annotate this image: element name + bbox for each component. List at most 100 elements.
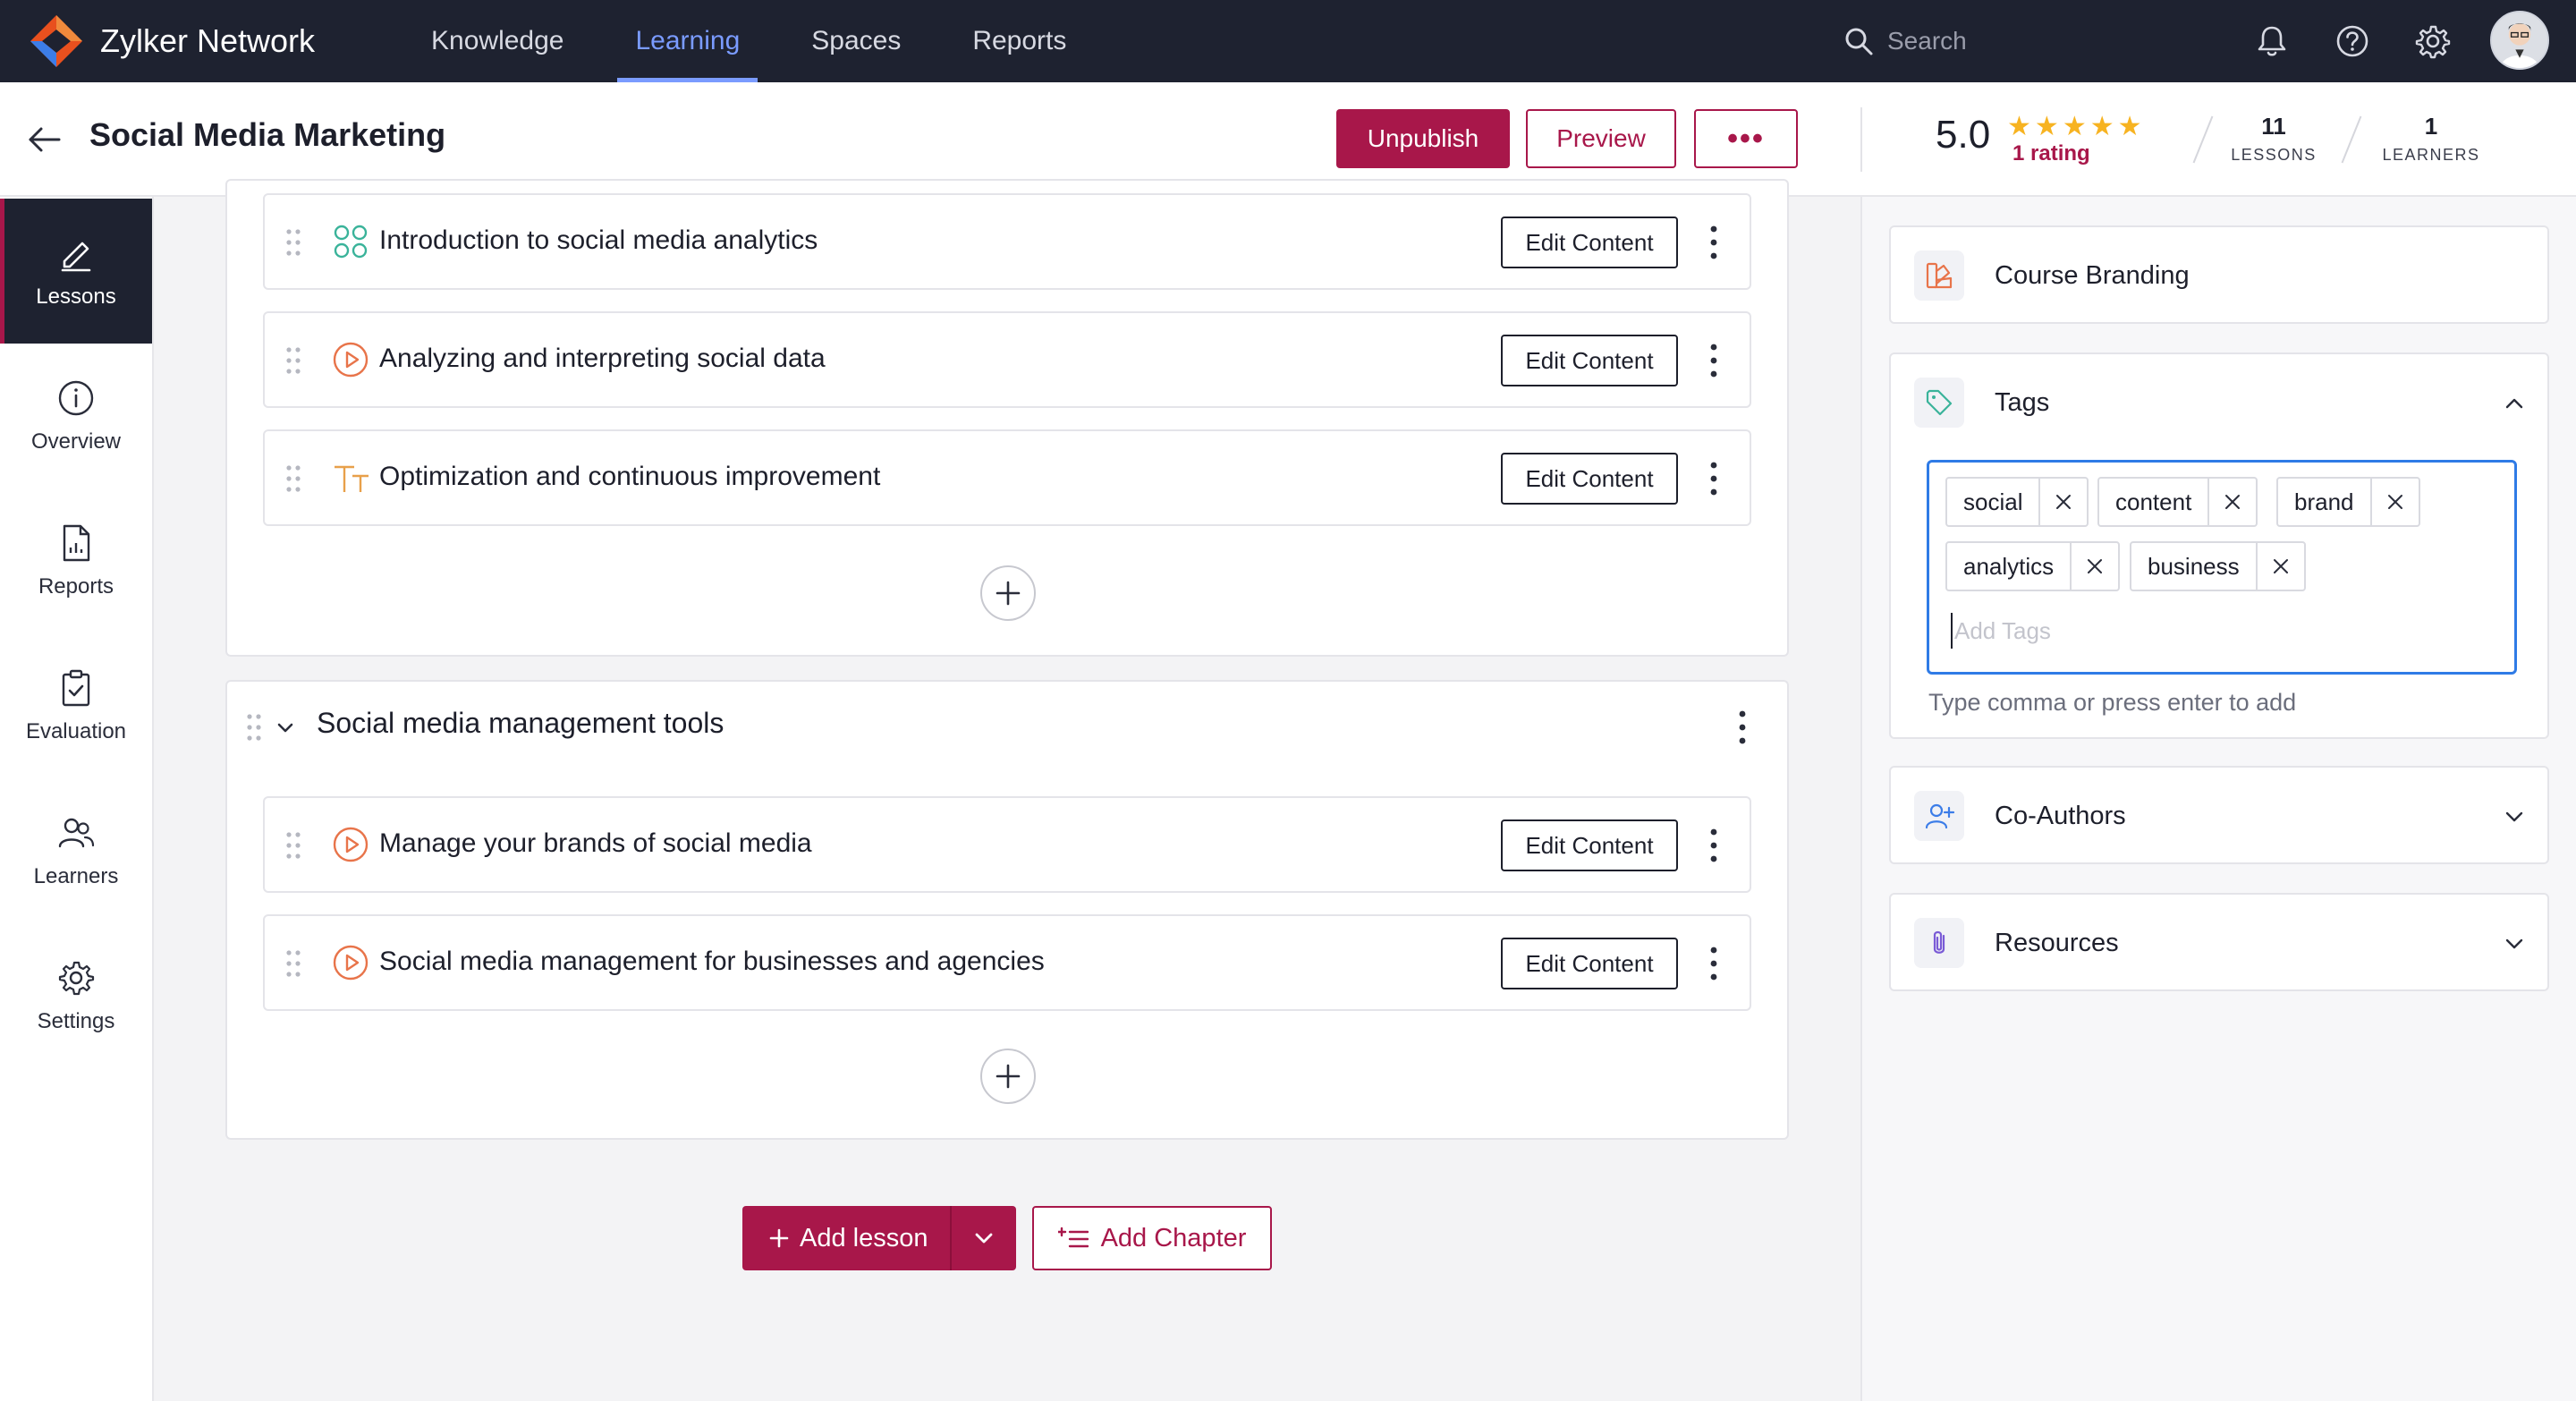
course-branding-title: Course Branding xyxy=(1995,261,2190,290)
tag-chip: social xyxy=(1945,477,2089,527)
chapter-title[interactable]: Social media management tools xyxy=(317,707,724,740)
lesson-title: Social media management for businesses a… xyxy=(379,947,1045,976)
lesson-row[interactable]: Social media management for businesses a… xyxy=(263,914,1751,1011)
remove-tag-button[interactable] xyxy=(2255,543,2304,590)
nav-tab-learning[interactable]: Learning xyxy=(617,0,758,82)
app-logo[interactable]: Zylker Network xyxy=(27,12,315,71)
add-lesson-inline-button[interactable] xyxy=(980,1049,1036,1104)
drag-handle-icon[interactable] xyxy=(283,830,304,861)
lesson-title: Manage your brands of social media xyxy=(379,828,812,858)
lesson-row[interactable]: Manage your brands of social media Edit … xyxy=(263,796,1751,893)
close-icon xyxy=(2225,495,2241,509)
nav-tab-reports[interactable]: Reports xyxy=(954,0,1084,82)
rating-count-link[interactable]: 1 rating xyxy=(2012,141,2090,166)
kebab-menu-icon[interactable] xyxy=(1705,220,1723,265)
edit-content-button[interactable]: Edit Content xyxy=(1501,453,1678,505)
sidebar-item-label: Reports xyxy=(38,574,114,599)
co-authors-title: Co-Authors xyxy=(1995,802,2126,830)
add-tags-input[interactable] xyxy=(1951,613,2309,649)
add-chapter-button[interactable]: Add Chapter xyxy=(1032,1206,1272,1270)
drag-handle-icon[interactable] xyxy=(283,463,304,494)
lessons-count: 11 xyxy=(2261,113,2286,140)
drag-handle-icon[interactable] xyxy=(283,227,304,258)
sidebar-item-lessons[interactable]: Lessons xyxy=(0,199,152,344)
chevron-down-icon[interactable] xyxy=(274,716,297,739)
drag-handle-icon[interactable] xyxy=(283,345,304,376)
sidebar-item-settings[interactable]: Settings xyxy=(0,923,152,1068)
add-lesson-inline-button[interactable] xyxy=(980,565,1036,621)
stat-separator xyxy=(2192,115,2214,164)
tag-label: brand xyxy=(2294,488,2354,515)
sidebar-item-reports[interactable]: Reports xyxy=(0,488,152,633)
resources-section[interactable]: Resources xyxy=(1889,893,2549,991)
learners-stat[interactable]: 1 LEARNERS xyxy=(2376,113,2487,165)
lesson-row[interactable]: Optimization and continuous improvement … xyxy=(263,429,1751,526)
more-options-button[interactable]: ••• xyxy=(1694,109,1798,168)
plus-icon xyxy=(996,1064,1021,1089)
help-icon xyxy=(2336,25,2368,57)
chevron-down-icon[interactable] xyxy=(2501,803,2528,830)
search-input[interactable] xyxy=(1887,27,2138,55)
tags-hint: Type comma or press enter to add xyxy=(1928,689,2297,716)
sidebar-item-evaluation[interactable]: Evaluation xyxy=(0,633,152,778)
scorm-icon xyxy=(334,225,368,259)
resources-icon-wrap xyxy=(1914,918,1964,968)
add-lesson-button[interactable]: Add lesson xyxy=(742,1206,950,1270)
search-icon xyxy=(1845,28,1873,55)
rating-value: 5.0 xyxy=(1936,113,1991,157)
plus-icon xyxy=(996,581,1021,606)
co-authors-section[interactable]: Co-Authors xyxy=(1889,766,2549,864)
sidebar-item-label: Settings xyxy=(37,1009,115,1033)
unpublish-button[interactable]: Unpublish xyxy=(1336,109,1510,168)
learners-label: LEARNERS xyxy=(2382,146,2480,164)
nav-tab-spaces[interactable]: Spaces xyxy=(793,0,919,82)
palette-icon xyxy=(1926,262,1953,289)
chevron-down-icon[interactable] xyxy=(2501,930,2528,957)
kebab-menu-icon[interactable] xyxy=(1705,941,1723,986)
tag-chip: brand xyxy=(2276,477,2420,527)
kebab-menu-icon[interactable] xyxy=(1705,338,1723,383)
back-button[interactable] xyxy=(25,120,64,159)
star-icon: ★ xyxy=(2117,112,2142,141)
remove-tag-button[interactable] xyxy=(2207,479,2256,525)
edit-content-button[interactable]: Edit Content xyxy=(1501,335,1678,386)
remove-tag-button[interactable] xyxy=(2038,479,2087,525)
sidebar-item-overview[interactable]: Overview xyxy=(0,344,152,488)
tag-chip: analytics xyxy=(1945,541,2121,591)
zylker-logo-icon xyxy=(30,15,82,67)
play-circle-icon xyxy=(333,342,369,378)
gear-icon xyxy=(58,961,95,996)
settings-button[interactable] xyxy=(2413,21,2453,61)
edit-content-button[interactable]: Edit Content xyxy=(1501,819,1678,871)
remove-tag-button[interactable] xyxy=(2070,543,2118,590)
tag-chip: content xyxy=(2097,477,2258,527)
lesson-row[interactable]: Analyzing and interpreting social data E… xyxy=(263,311,1751,408)
drag-handle-icon[interactable] xyxy=(283,948,304,979)
global-search[interactable] xyxy=(1843,18,2165,64)
chevron-up-icon[interactable] xyxy=(2501,390,2528,417)
sidebar-item-learners[interactable]: Learners xyxy=(0,778,152,923)
branding-icon-wrap xyxy=(1914,250,1964,301)
add-lesson-dropdown-button[interactable] xyxy=(952,1206,1016,1270)
kebab-menu-icon[interactable] xyxy=(1733,705,1751,750)
edit-content-button[interactable]: Edit Content xyxy=(1501,217,1678,268)
arrow-left-icon xyxy=(29,127,61,152)
remove-tag-button[interactable] xyxy=(2369,479,2419,525)
tags-icon-wrap xyxy=(1914,378,1964,428)
notifications-button[interactable] xyxy=(2252,21,2292,61)
text-icon xyxy=(335,465,369,492)
preview-button[interactable]: Preview xyxy=(1526,109,1676,168)
help-button[interactable] xyxy=(2333,21,2372,61)
sidebar-item-label: Lessons xyxy=(36,284,116,309)
lessons-label: LESSONS xyxy=(2231,146,2317,164)
course-branding-section[interactable]: Course Branding xyxy=(1889,225,2549,324)
user-avatar[interactable] xyxy=(2490,11,2549,70)
edit-content-button[interactable]: Edit Content xyxy=(1501,938,1678,989)
kebab-menu-icon[interactable] xyxy=(1705,823,1723,868)
kebab-menu-icon[interactable] xyxy=(1705,456,1723,501)
lesson-row[interactable]: Introduction to social media analytics E… xyxy=(263,193,1751,290)
nav-tab-knowledge[interactable]: Knowledge xyxy=(413,0,581,82)
drag-handle-icon[interactable] xyxy=(243,712,265,743)
paperclip-icon xyxy=(1933,930,1945,954)
tags-input-box[interactable]: social content brand analytics business … xyxy=(1927,460,2517,675)
